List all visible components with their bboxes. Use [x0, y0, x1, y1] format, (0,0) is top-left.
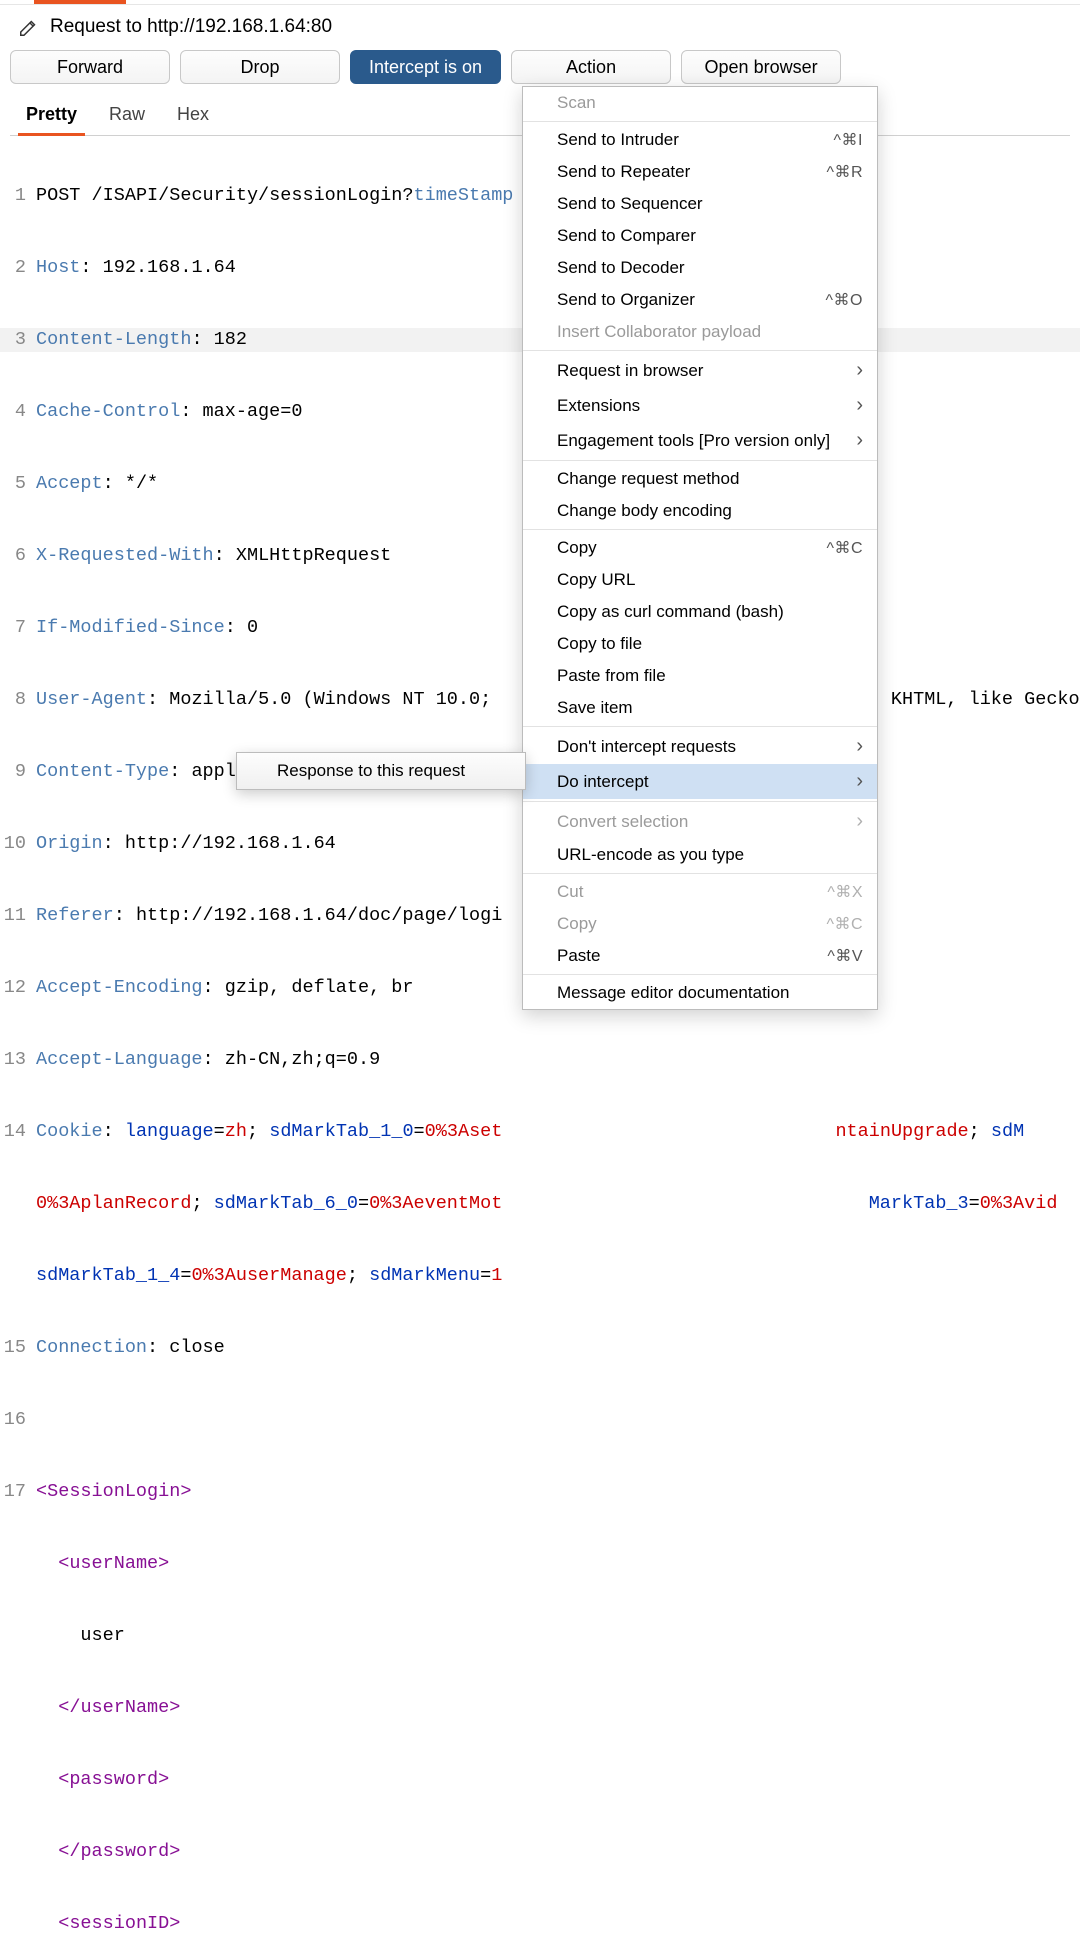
menu-separator	[523, 801, 877, 802]
line-number: 15	[0, 1336, 34, 1360]
line-number: 3	[0, 328, 34, 352]
menu-do-intercept[interactable]: Do intercept	[523, 764, 877, 799]
edit-icon	[18, 16, 40, 38]
code-line: <SessionLogin>	[34, 1480, 1080, 1504]
menu-copy-curl[interactable]: Copy as curl command (bash)	[523, 596, 877, 628]
forward-button[interactable]: Forward	[10, 50, 170, 84]
code-line: </userName>	[34, 1696, 1080, 1720]
menu-change-body-encoding[interactable]: Change body encoding	[523, 495, 877, 527]
tab-pretty[interactable]: Pretty	[24, 100, 79, 129]
request-title: Request to http://192.168.1.64:80	[50, 16, 332, 38]
tab-raw[interactable]: Raw	[107, 100, 147, 129]
menu-separator	[523, 121, 877, 122]
shortcut: ^⌘V	[827, 946, 863, 966]
menu-send-decoder[interactable]: Send to Decoder	[523, 252, 877, 284]
code-line: <sessionID>	[34, 1912, 1080, 1936]
menu-scan: Scan	[523, 87, 877, 119]
shortcut: ^⌘C	[826, 914, 863, 934]
menu-request-in-browser[interactable]: Request in browser	[523, 353, 877, 388]
shortcut: ^⌘O	[826, 290, 863, 310]
menu-send-intruder[interactable]: Send to Intruder^⌘I	[523, 124, 877, 156]
line-number: 8	[0, 688, 34, 712]
line-number: 4	[0, 400, 34, 424]
code-line: 0%3AplanRecord; sdMarkTab_6_0=0%3AeventM…	[34, 1192, 1080, 1216]
menu-convert-selection: Convert selection	[523, 804, 877, 839]
menu-separator	[523, 529, 877, 530]
tab-hex[interactable]: Hex	[175, 100, 211, 129]
menu-separator	[523, 726, 877, 727]
line-number: 11	[0, 904, 34, 928]
context-menu: Scan Send to Intruder^⌘I Send to Repeate…	[522, 86, 878, 1010]
menu-paste-from-file[interactable]: Paste from file	[523, 660, 877, 692]
open-browser-button[interactable]: Open browser	[681, 50, 841, 84]
menu-send-comparer[interactable]: Send to Comparer	[523, 220, 877, 252]
line-number: 1	[0, 184, 34, 208]
menu-copy-2: Copy^⌘C	[523, 908, 877, 940]
menu-separator	[523, 974, 877, 975]
menu-engagement-tools[interactable]: Engagement tools [Pro version only]	[523, 423, 877, 458]
line-number: 2	[0, 256, 34, 280]
menu-send-repeater[interactable]: Send to Repeater^⌘R	[523, 156, 877, 188]
menu-extensions[interactable]: Extensions	[523, 388, 877, 423]
code-line: Connection: close	[34, 1336, 1080, 1360]
line-number: 10	[0, 832, 34, 856]
menu-insert-collaborator: Insert Collaborator payload	[523, 316, 877, 348]
submenu-response-to-this-request[interactable]: Response to this request	[237, 753, 525, 789]
menu-url-encode-as-you-type[interactable]: URL-encode as you type	[523, 839, 877, 871]
line-number: 5	[0, 472, 34, 496]
menu-copy-to-file[interactable]: Copy to file	[523, 628, 877, 660]
shortcut: ^⌘I	[834, 130, 863, 150]
code-line: Accept-Language: zh-CN,zh;q=0.9	[34, 1048, 1080, 1072]
menu-copy[interactable]: Copy^⌘C	[523, 532, 877, 564]
menu-send-sequencer[interactable]: Send to Sequencer	[523, 188, 877, 220]
code-line: sdMarkTab_1_4=0%3AuserManage; sdMarkMenu…	[34, 1264, 1080, 1288]
line-number: 13	[0, 1048, 34, 1072]
menu-send-organizer[interactable]: Send to Organizer^⌘O	[523, 284, 877, 316]
code-line: Cookie: language=zh; sdMarkTab_1_0=0%3As…	[34, 1120, 1080, 1144]
action-button[interactable]: Action	[511, 50, 671, 84]
menu-message-editor-docs[interactable]: Message editor documentation	[523, 977, 877, 1009]
menu-separator	[523, 460, 877, 461]
shortcut: ^⌘C	[826, 538, 863, 558]
code-line: <userName>	[34, 1552, 1080, 1576]
line-number: 9	[0, 760, 34, 784]
line-number: 16	[0, 1408, 34, 1432]
menu-cut: Cut^⌘X	[523, 876, 877, 908]
line-number: 6	[0, 544, 34, 568]
line-number: 7	[0, 616, 34, 640]
menu-change-method[interactable]: Change request method	[523, 463, 877, 495]
line-number: 14	[0, 1120, 34, 1144]
menu-separator	[523, 873, 877, 874]
menu-save-item[interactable]: Save item	[523, 692, 877, 724]
line-number: 17	[0, 1480, 34, 1504]
code-line: user	[34, 1624, 1080, 1648]
top-separator	[0, 4, 1080, 5]
do-intercept-submenu: Response to this request	[236, 752, 526, 790]
toolbar: Forward Drop Intercept is on Action Open…	[10, 50, 841, 84]
menu-dont-intercept[interactable]: Don't intercept requests	[523, 729, 877, 764]
menu-copy-url[interactable]: Copy URL	[523, 564, 877, 596]
shortcut: ^⌘R	[826, 162, 863, 182]
menu-paste[interactable]: Paste^⌘V	[523, 940, 877, 972]
drop-button[interactable]: Drop	[180, 50, 340, 84]
code-line: <password>	[34, 1768, 1080, 1792]
intercept-toggle-button[interactable]: Intercept is on	[350, 50, 501, 84]
title-row: Request to http://192.168.1.64:80	[18, 16, 1070, 38]
shortcut: ^⌘X	[827, 882, 863, 902]
code-line: </password>	[34, 1840, 1080, 1864]
menu-separator	[523, 350, 877, 351]
